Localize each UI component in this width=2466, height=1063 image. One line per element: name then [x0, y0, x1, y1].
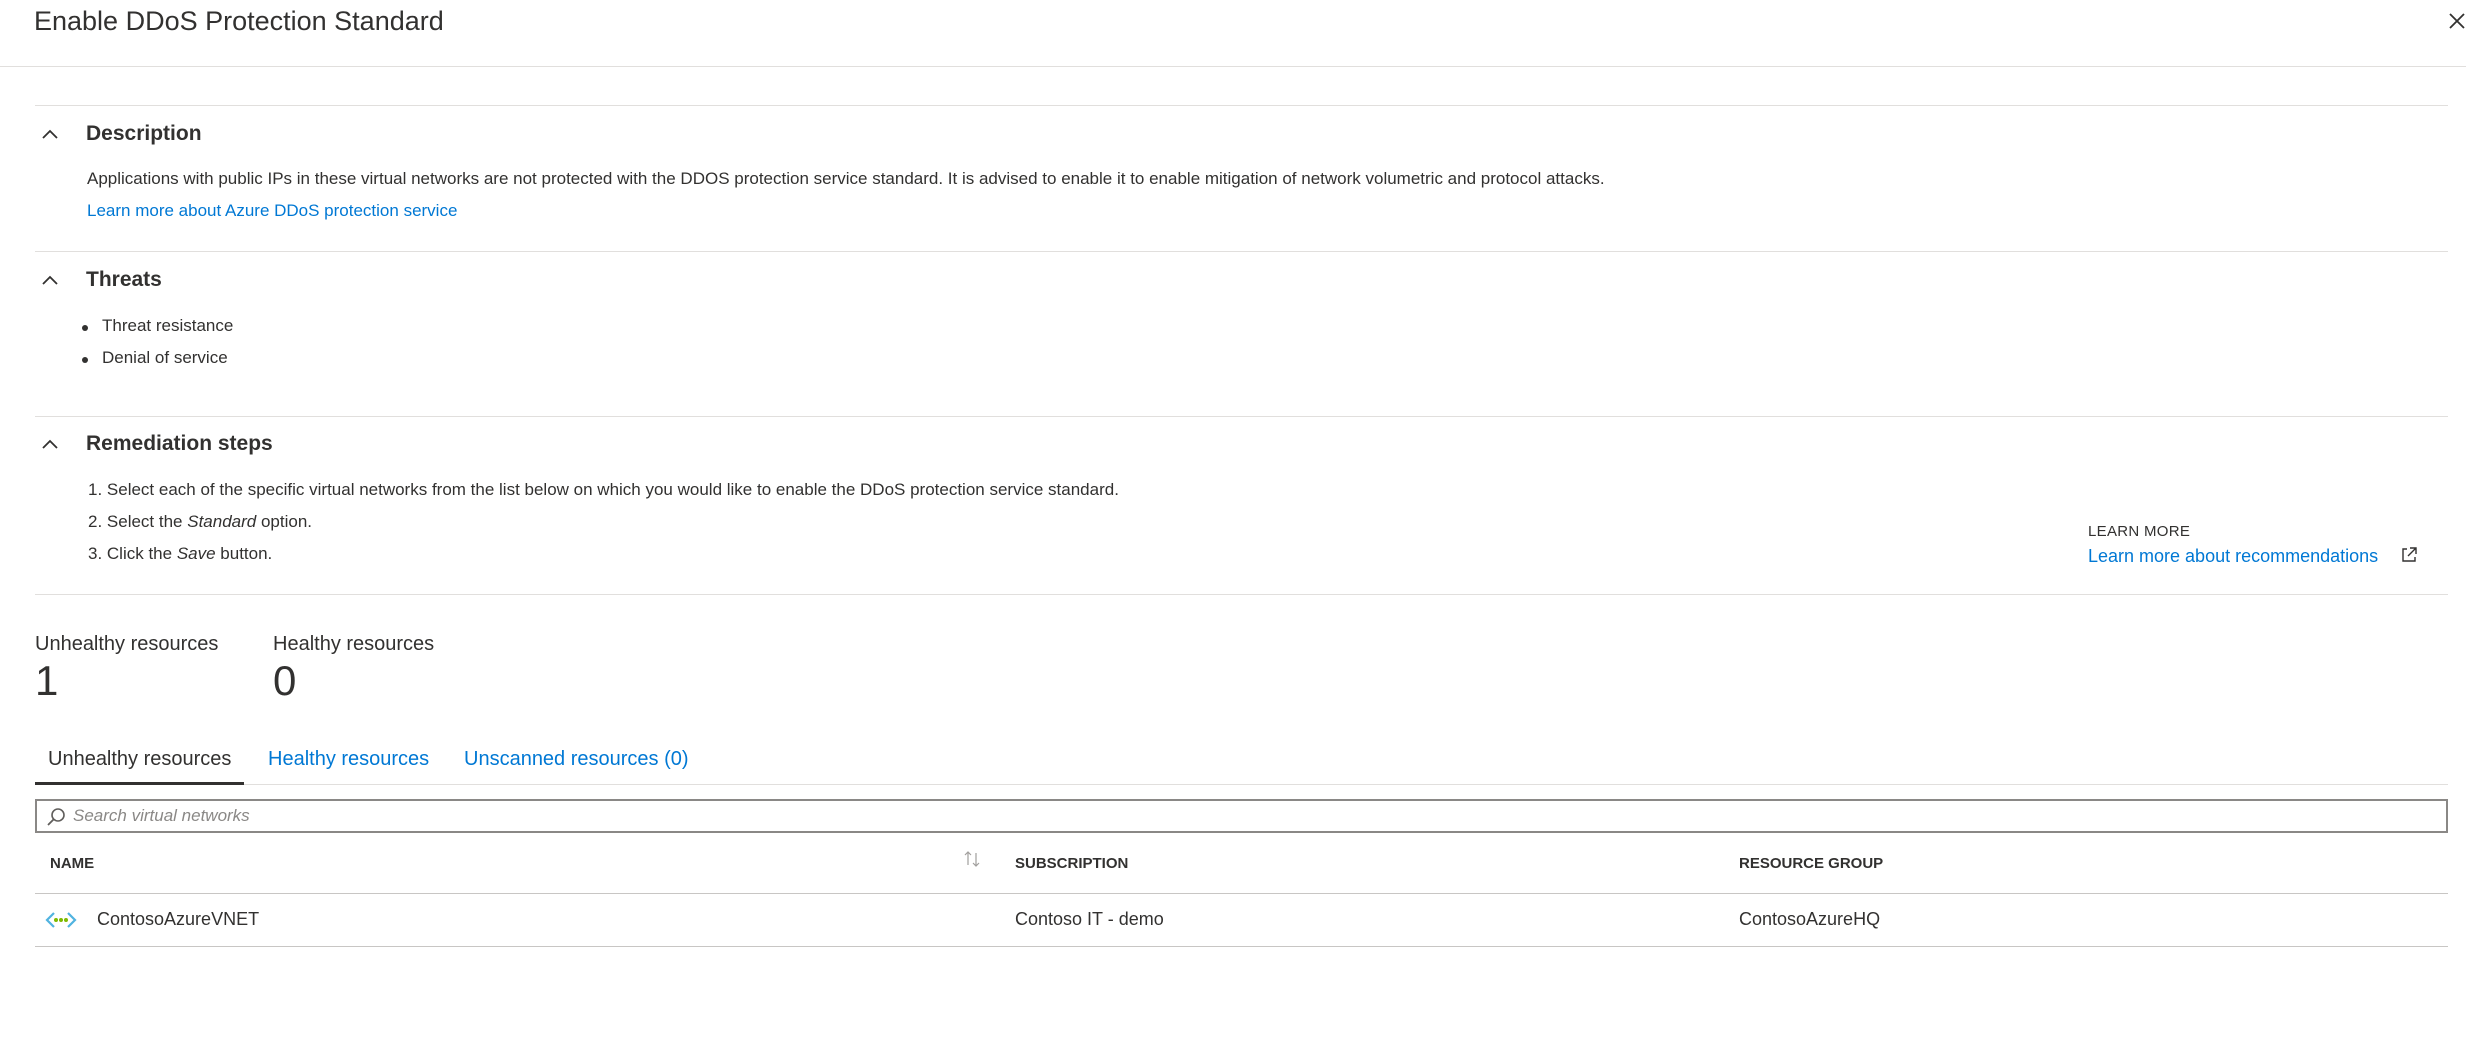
tab-unscanned-resources[interactable]: Unscanned resources (0) [464, 741, 689, 785]
healthy-resources-count: 0 [273, 657, 297, 704]
remediation-step-1: 1. Select each of the specific virtual n… [88, 480, 1119, 499]
threat-item: Denial of service [102, 348, 228, 367]
divider [35, 105, 2448, 106]
vnet-name[interactable]: ContosoAzureVNET [97, 909, 259, 930]
subscription-value: Contoso IT - demo [1015, 909, 1164, 929]
tab-unhealthy-resources[interactable]: Unhealthy resources [35, 741, 245, 785]
search-input[interactable] [73, 803, 2433, 829]
healthy-resources-label: Healthy resources [273, 633, 435, 655]
threats-section-header[interactable]: Threats [35, 265, 162, 295]
search-box[interactable] [35, 799, 2448, 833]
remediation-step-2: 2. Select the Standard option. [88, 512, 312, 531]
remediation-title: Remediation steps [86, 432, 273, 455]
chevron-up-icon [35, 265, 65, 295]
divider [35, 251, 2448, 252]
learn-more-recommendations-link[interactable]: Learn more about recommendations [2088, 546, 2378, 567]
remediation-step-3: 3. Click the Save button. [88, 544, 273, 563]
divider [35, 416, 2448, 417]
blade-header: Enable DDoS Protection Standard [0, 0, 2466, 67]
description-text: Applications with public IPs in these vi… [87, 169, 1605, 188]
virtual-network-icon [45, 912, 77, 928]
tab-healthy-resources[interactable]: Healthy resources [268, 741, 429, 785]
unhealthy-resources-label: Unhealthy resources [35, 633, 219, 655]
learn-more-caption: LEARN MORE [2088, 523, 2191, 540]
resource-tabs: Unhealthy resources Healthy resources Un… [35, 741, 2448, 785]
chevron-up-icon [35, 119, 65, 149]
threats-title: Threats [86, 268, 162, 291]
page-title: Enable DDoS Protection Standard [34, 6, 444, 36]
column-header-name[interactable]: NAME [50, 855, 94, 872]
resource-group-value: ContosoAzureHQ [1739, 909, 1881, 929]
search-icon [47, 808, 65, 826]
unhealthy-resources-count: 1 [35, 657, 59, 704]
bullet [82, 325, 88, 331]
column-header-resource-group[interactable]: RESOURCE GROUP [1739, 855, 1883, 872]
remediation-section-header[interactable]: Remediation steps [35, 429, 273, 459]
bullet [82, 357, 88, 363]
ddos-learn-more-link[interactable]: Learn more about Azure DDoS protection s… [87, 201, 457, 221]
threat-item: Threat resistance [102, 316, 234, 335]
sort-icon[interactable] [962, 849, 982, 869]
chevron-up-icon [35, 429, 65, 459]
description-section-header[interactable]: Description [35, 119, 202, 149]
external-link-icon[interactable] [2400, 546, 2418, 564]
close-icon[interactable] [2448, 8, 2466, 34]
table-row-divider [35, 946, 2448, 947]
column-header-subscription[interactable]: SUBSCRIPTION [1015, 855, 1128, 872]
table-header-divider [35, 893, 2448, 894]
description-title: Description [86, 122, 202, 145]
divider [35, 594, 2448, 595]
